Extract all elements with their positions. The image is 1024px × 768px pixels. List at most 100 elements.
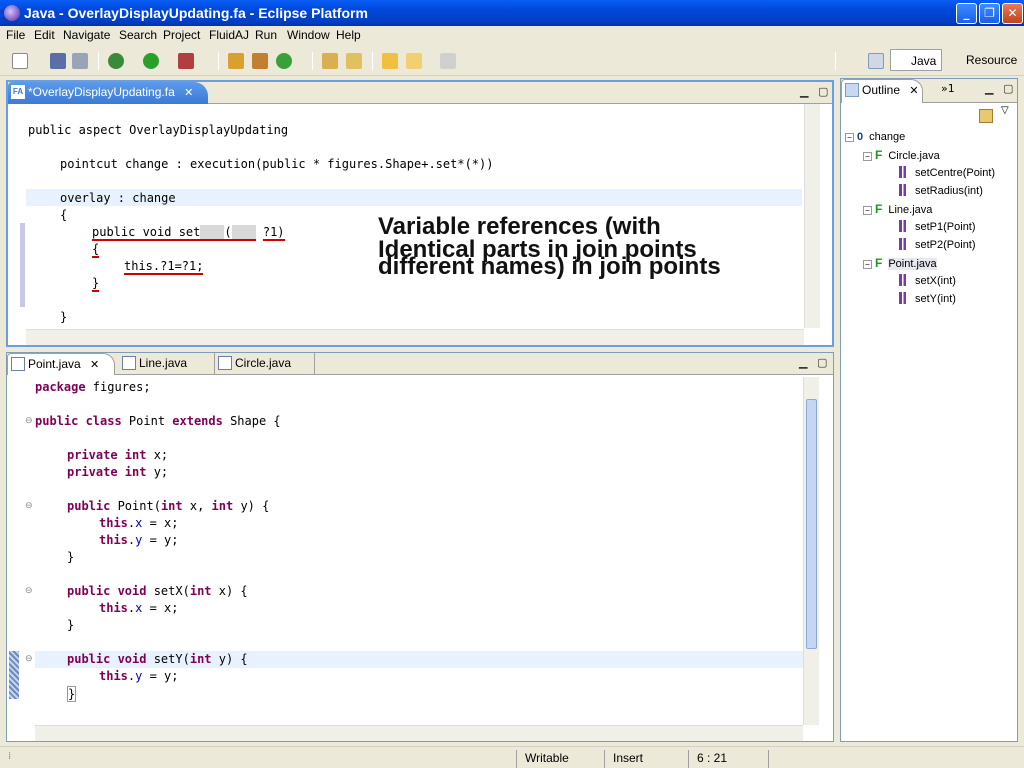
minimize-button[interactable]: _ — [956, 3, 977, 24]
code-field-x[interactable]: private int x; — [67, 448, 168, 462]
status-empty — [768, 750, 836, 768]
tab-point-java[interactable]: Point.java ✕ — [7, 353, 115, 375]
outline-item-line[interactable]: − F Line.java — [863, 201, 932, 217]
minimize-view-icon[interactable]: ▁ — [985, 82, 993, 95]
close-tab-icon[interactable]: ✕ — [184, 83, 193, 103]
back-icon[interactable] — [406, 53, 422, 69]
overflow-views-button[interactable]: »1 — [941, 82, 955, 95]
close-button[interactable]: ✕ — [1002, 3, 1023, 24]
menu-edit[interactable]: Edit — [34, 28, 55, 42]
outline-item-setcentre[interactable]: setCentre(Point) — [899, 165, 995, 181]
menu-run[interactable]: Run — [255, 28, 277, 42]
code-setx-close[interactable]: } — [67, 618, 74, 632]
maximize-view-icon[interactable]: ▢ — [1003, 82, 1013, 95]
code-field-y[interactable]: private int y; — [67, 465, 168, 479]
minimize-view-icon[interactable]: ▁ — [799, 356, 807, 369]
code-sety-body[interactable]: this.y = y; — [99, 669, 179, 683]
code-package[interactable]: package figures; — [35, 380, 151, 394]
new-icon[interactable] — [12, 53, 28, 69]
tab-line-java[interactable]: Line.java — [119, 353, 215, 375]
outline-item-setradius[interactable]: setRadius(int) — [899, 183, 983, 199]
debug-icon[interactable] — [108, 53, 124, 69]
new-java-project-icon[interactable] — [228, 53, 244, 69]
menu-bar: File Edit Navigate Search Project FluidA… — [0, 26, 1024, 44]
java-file-icon — [11, 357, 25, 371]
open-type-icon[interactable] — [322, 53, 338, 69]
outline-item-setp1[interactable]: setP1(Point) — [899, 219, 976, 235]
java-editor-hscrollbar[interactable] — [35, 725, 803, 741]
code-ctor-assign-y[interactable]: this.y = y; — [99, 533, 179, 547]
code-line-inner-close[interactable]: } — [92, 276, 100, 292]
last-edit-icon[interactable] — [382, 53, 398, 69]
fa-editor-panel: FA *OverlayDisplayUpdating.fa ✕ ▁ ▢ publ… — [6, 80, 834, 347]
sort-icon[interactable] — [979, 109, 993, 123]
menu-window[interactable]: Window — [287, 28, 330, 42]
save-icon[interactable] — [50, 53, 66, 69]
perspective-resource[interactable]: Resource — [946, 49, 1017, 71]
menu-help[interactable]: Help — [336, 28, 361, 42]
outline-item-circle[interactable]: − F Circle.java — [863, 147, 940, 163]
fa-editor-hscrollbar[interactable] — [26, 329, 804, 345]
new-class-icon[interactable] — [276, 53, 292, 69]
external-tools-icon[interactable] — [178, 53, 194, 69]
fold-class-icon[interactable]: ⊖ — [25, 416, 33, 426]
code-line-aspect[interactable]: public aspect OverlayDisplayUpdating — [28, 123, 288, 137]
java-editor-vscrollbar[interactable] — [803, 377, 819, 725]
fold-sety-icon[interactable]: ⊖ — [25, 654, 33, 664]
code-setx-body[interactable]: this.x = x; — [99, 601, 179, 615]
code-line-inner-open[interactable]: { — [92, 242, 100, 258]
code-line-pointcut[interactable]: pointcut change : execution(public * fig… — [60, 157, 493, 171]
new-package-icon[interactable] — [252, 53, 268, 69]
code-ctor-assign-x[interactable]: this.x = x; — [99, 516, 179, 530]
outline-item-point[interactable]: − F Point.java — [863, 255, 937, 271]
outline-item-sety[interactable]: setY(int) — [899, 291, 956, 307]
outline-item-setx[interactable]: setX(int) — [899, 273, 956, 289]
code-line-close[interactable]: } — [60, 310, 67, 324]
perspective-java[interactable]: Java — [890, 49, 942, 71]
forward-icon[interactable] — [440, 53, 456, 69]
status-writable: Writable — [516, 750, 604, 768]
fa-editor-vscrollbar[interactable] — [804, 104, 820, 328]
close-tab-icon[interactable]: ✕ — [90, 355, 99, 375]
main-toolbar — [0, 46, 1024, 76]
restore-button[interactable]: ❐ — [979, 3, 1000, 24]
menu-project[interactable]: Project — [163, 28, 200, 42]
fold-ctor-icon[interactable]: ⊖ — [25, 501, 33, 511]
status-insert-mode: Insert — [604, 750, 688, 768]
code-ctor-close[interactable]: } — [67, 550, 74, 564]
tab-circle-java[interactable]: Circle.java — [215, 353, 315, 375]
minimize-view-icon[interactable]: ▁ — [800, 85, 808, 98]
outline-item-setp2[interactable]: setP2(Point) — [899, 237, 976, 253]
tab-outline[interactable]: Outline ✕ — [841, 79, 923, 103]
fold-setx-icon[interactable]: ⊖ — [25, 586, 33, 596]
code-line-overlay[interactable]: overlay : change — [60, 191, 176, 205]
code-sety-close[interactable]: } — [67, 686, 77, 702]
vscroll-thumb[interactable] — [806, 399, 817, 649]
close-tab-icon[interactable]: ✕ — [909, 81, 918, 101]
view-menu-icon[interactable]: ▽ — [1001, 105, 1009, 116]
code-sety-decl[interactable]: public void setY(int y) { — [67, 652, 248, 666]
menu-search[interactable]: Search — [119, 28, 157, 42]
search-icon[interactable] — [346, 53, 362, 69]
code-line-open-brace[interactable]: { — [60, 208, 67, 222]
print-icon[interactable] — [72, 53, 88, 69]
maximize-view-icon[interactable]: ▢ — [818, 85, 828, 98]
code-setx-decl[interactable]: public void setX(int x) { — [67, 584, 248, 598]
outline-item-change[interactable]: −0 change — [845, 129, 905, 145]
status-bar: ⁞ Writable Insert 6 : 21 — [0, 746, 1024, 768]
code-line-assignment[interactable]: this.?1=?1; — [124, 259, 204, 275]
tab-overlay-display-updating[interactable]: FA *OverlayDisplayUpdating.fa ✕ — [8, 82, 208, 104]
code-line-method-pattern[interactable]: public void set ( ?1) — [92, 225, 285, 241]
menu-navigate[interactable]: Navigate — [63, 28, 110, 42]
fa-editor-tabstrip: FA *OverlayDisplayUpdating.fa ✕ ▁ ▢ — [8, 82, 832, 104]
maximize-view-icon[interactable]: ▢ — [817, 356, 827, 369]
code-class-decl[interactable]: public class Point extends Shape { — [35, 414, 281, 428]
overlay-ruler-marker — [20, 223, 25, 307]
menu-fluidaj[interactable]: FluidAJ — [209, 28, 249, 42]
run-icon[interactable] — [143, 53, 159, 69]
menu-file[interactable]: File — [6, 28, 25, 42]
code-constructor[interactable]: public Point(int x, int y) { — [67, 499, 269, 513]
java-editor-panel: Point.java ✕ Line.java Circle.java ▁ ▢ p… — [6, 352, 834, 742]
open-perspective-icon[interactable] — [868, 53, 884, 69]
java-file-icon — [122, 356, 136, 370]
